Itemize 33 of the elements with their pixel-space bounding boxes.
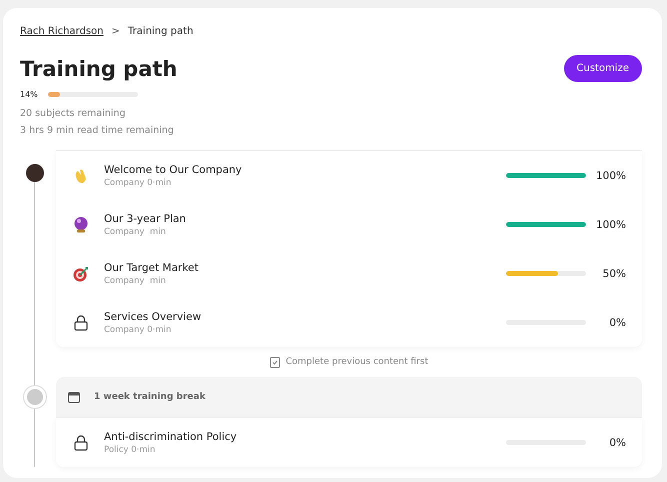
lesson-title[interactable]: Our Target Market: [104, 262, 506, 274]
crystal-ball-icon: [73, 216, 89, 234]
lesson-percent: 100%: [594, 170, 626, 182]
breadcrumb-separator: >: [112, 26, 120, 37]
lesson-subtitle: Company 0·min: [104, 178, 172, 188]
lesson-title[interactable]: Our 3-year Plan: [104, 212, 506, 224]
stat-text: 3 hrs 9 min read time remaining: [20, 125, 175, 136]
lesson-subtitle: Company min: [104, 226, 167, 236]
locked-note: Complete previous content first: [286, 357, 428, 367]
lesson-subtitle: Company min: [104, 276, 167, 286]
lesson-percent: 50%: [602, 268, 626, 280]
breadcrumb-current: Training path: [128, 26, 194, 37]
timeline-dot: [27, 389, 43, 405]
lock-icon: [74, 434, 88, 450]
break-text: 1 week training break: [94, 392, 206, 402]
customize-button[interactable]: Customize: [564, 55, 642, 82]
lesson-percent: 100%: [594, 218, 626, 230]
lesson-percent: 0%: [608, 436, 626, 448]
lesson-percent: 0%: [608, 316, 626, 328]
avatar-placeholder: [26, 164, 44, 182]
lesson-title[interactable]: Welcome to Our Company: [104, 164, 506, 176]
progress-percent: 14%: [20, 90, 38, 99]
target-icon: [72, 264, 90, 282]
lock-icon: [74, 314, 88, 330]
lesson-subtitle: Company 0·min: [104, 324, 172, 334]
breadcrumb-link[interactable]: Rach Richardson: [20, 26, 104, 37]
lesson-subtitle: Policy 0·min: [104, 444, 156, 454]
calendar-icon: [68, 391, 80, 403]
lesson-title[interactable]: Services Overview: [104, 310, 506, 322]
clipboard-check-icon: [270, 356, 280, 368]
page-title: Training path: [20, 56, 178, 80]
stat-text: 20 subjects remaining: [20, 108, 126, 119]
lesson-title[interactable]: Anti-discrimination Policy: [104, 430, 506, 442]
